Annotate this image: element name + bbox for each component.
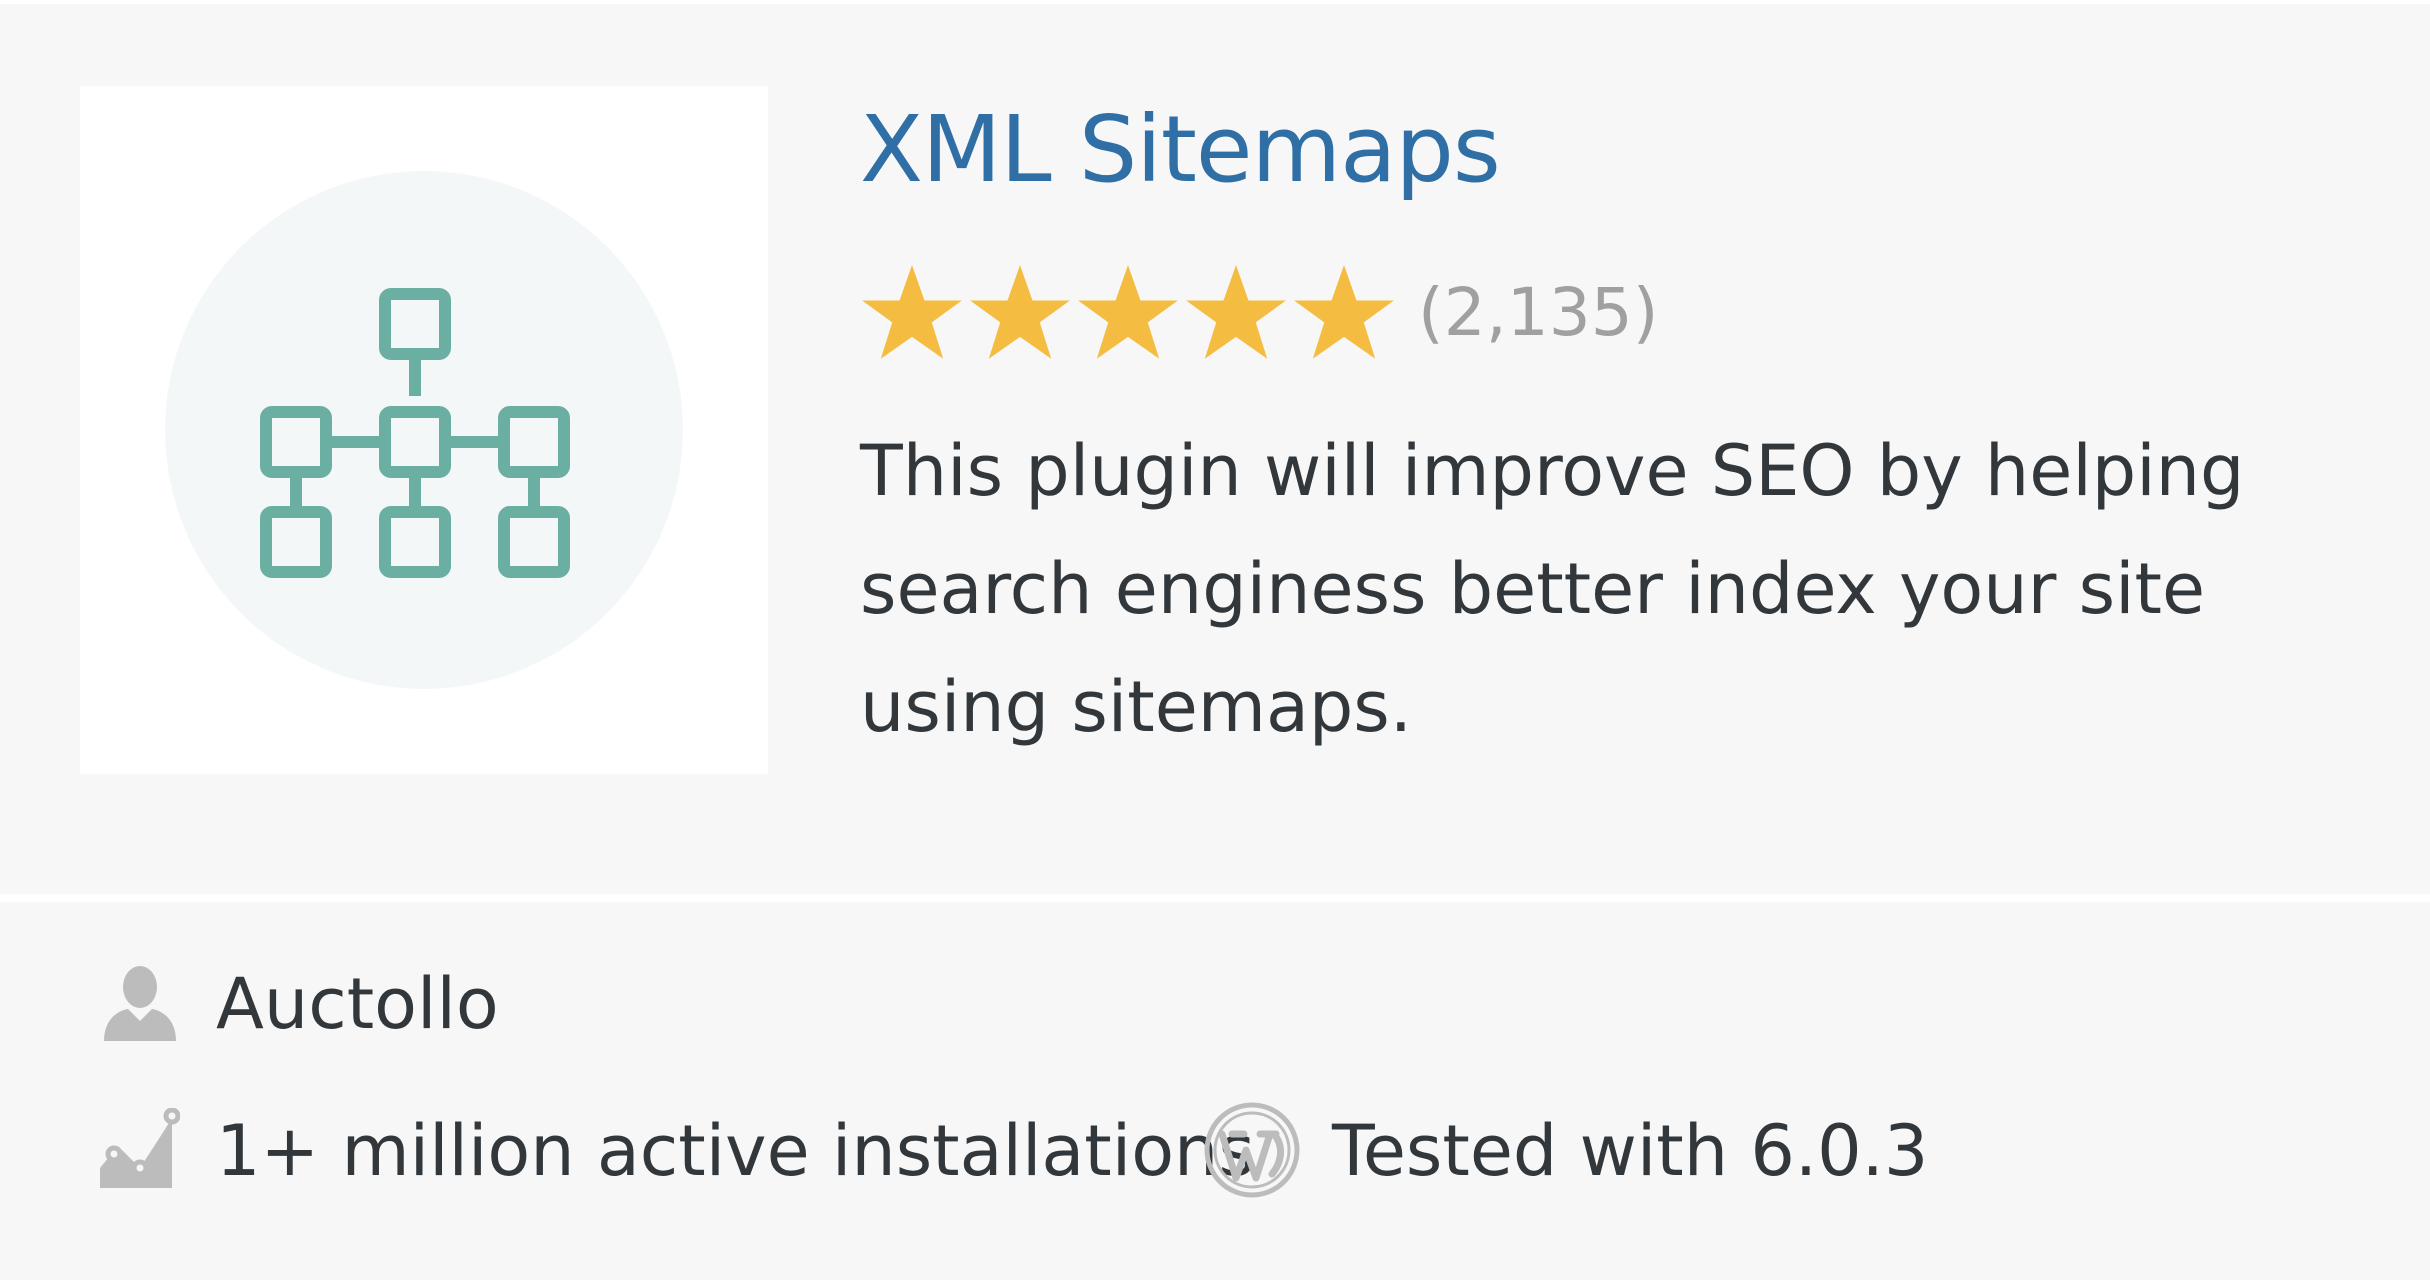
star-icon — [1294, 265, 1394, 359]
plugin-description: This plugin will improve SEO by helping … — [860, 430, 2245, 748]
wordpress-icon — [1204, 1102, 1300, 1198]
rating-count[interactable]: (2,135) — [1418, 258, 1658, 368]
card-divider — [0, 894, 2430, 902]
rating-stars — [860, 261, 1400, 365]
plugin-icon-box[interactable] — [80, 86, 768, 774]
plugin-tested-with: Tested with 6.0.3 — [1332, 1110, 1929, 1192]
plugin-card-top: XML Sitemaps (2,135) This plugin will im… — [0, 4, 2430, 894]
sitemap-icon — [260, 288, 570, 578]
star-icon — [1078, 265, 1178, 359]
star-icon — [1186, 265, 1286, 359]
plugin-active-installs: 1+ million active installations — [216, 1110, 1255, 1192]
star-icon — [862, 265, 962, 359]
plugin-author-row: Auctollo — [0, 949, 2430, 1059]
plugin-meta-row: 1+ million active installations Tested w… — [0, 1094, 2430, 1209]
plugin-title[interactable]: XML Sitemaps — [860, 90, 1501, 210]
plugin-rating: (2,135) — [860, 258, 1658, 368]
user-icon — [104, 966, 176, 1041]
plugin-author: Auctollo — [216, 963, 499, 1045]
plugin-card: XML Sitemaps (2,135) This plugin will im… — [0, 4, 2430, 1280]
chart-icon — [100, 1108, 180, 1188]
star-icon — [970, 265, 1070, 359]
